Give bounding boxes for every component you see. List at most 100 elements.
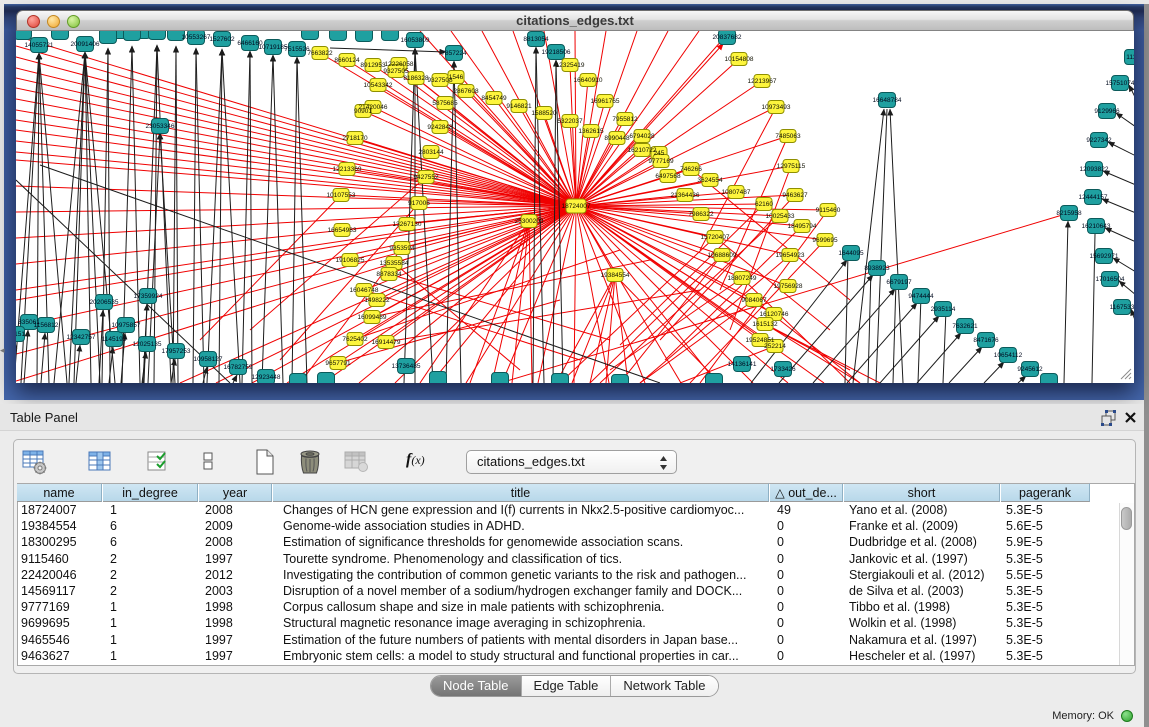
svg-text:6497568: 6497568 bbox=[655, 173, 681, 180]
svg-text:2803144: 2803144 bbox=[418, 149, 444, 156]
svg-text:9242848: 9242848 bbox=[427, 124, 453, 131]
svg-text:14055721: 14055721 bbox=[25, 42, 54, 49]
svg-text:8938923: 8938923 bbox=[864, 265, 890, 272]
svg-text:7663822: 7663822 bbox=[307, 50, 333, 57]
svg-text:7632621: 7632621 bbox=[952, 323, 978, 330]
svg-text:746266: 746266 bbox=[680, 166, 702, 173]
svg-text:9146821: 9146821 bbox=[506, 103, 532, 110]
svg-text:1156812: 1156812 bbox=[34, 322, 59, 329]
svg-text:16640910: 16640910 bbox=[574, 77, 603, 84]
svg-text:8912953: 8912953 bbox=[360, 62, 386, 69]
svg-text:8454749: 8454749 bbox=[481, 95, 507, 102]
svg-text:15751074: 15751074 bbox=[1106, 80, 1134, 87]
svg-text:6794028: 6794028 bbox=[629, 133, 655, 140]
svg-text:16961765: 16961765 bbox=[591, 98, 620, 105]
svg-text:9427552: 9427552 bbox=[413, 174, 439, 181]
svg-text:9115460: 9115460 bbox=[816, 207, 841, 214]
svg-text:9084067: 9084067 bbox=[741, 297, 767, 304]
svg-text:7955812: 7955812 bbox=[612, 116, 638, 123]
svg-text:17016504: 17016504 bbox=[1096, 276, 1125, 283]
svg-text:16782759: 16782759 bbox=[224, 364, 253, 371]
svg-text:9657791: 9657791 bbox=[325, 360, 351, 367]
svg-text:2935114: 2935114 bbox=[931, 306, 956, 313]
svg-text:16648784: 16648784 bbox=[873, 97, 902, 104]
svg-text:18724007: 18724007 bbox=[562, 203, 591, 210]
svg-text:12093822: 12093822 bbox=[1080, 166, 1109, 173]
svg-text:8990448: 8990448 bbox=[604, 135, 630, 142]
svg-text:17957253: 17957253 bbox=[162, 348, 191, 355]
svg-text:20837682: 20837682 bbox=[713, 34, 742, 41]
svg-text:19756928: 19756928 bbox=[774, 283, 803, 290]
svg-text:1527602: 1527602 bbox=[209, 36, 235, 43]
svg-text:1498222: 1498222 bbox=[364, 297, 390, 304]
svg-text:16099489: 16099489 bbox=[358, 314, 387, 321]
svg-text:16654983: 16654983 bbox=[328, 227, 357, 234]
svg-text:8215958: 8215958 bbox=[1056, 210, 1082, 217]
svg-text:7625402: 7625402 bbox=[342, 336, 368, 343]
svg-text:5322037: 5322037 bbox=[557, 118, 583, 125]
svg-text:9463627: 9463627 bbox=[782, 192, 808, 199]
svg-text:12226058: 12226058 bbox=[385, 61, 414, 68]
svg-text:17359924: 17359924 bbox=[134, 293, 163, 300]
svg-text:917006: 917006 bbox=[408, 200, 430, 207]
svg-text:7986322: 7986322 bbox=[688, 211, 714, 218]
svg-text:5875685: 5875685 bbox=[432, 100, 458, 107]
svg-text:10973493: 10973493 bbox=[762, 104, 791, 111]
svg-text:23053346: 23053346 bbox=[146, 123, 175, 130]
svg-text:8660124: 8660124 bbox=[334, 57, 360, 64]
svg-text:10807487: 10807487 bbox=[722, 189, 751, 196]
svg-text:9777169: 9777169 bbox=[648, 158, 674, 165]
svg-text:7485063: 7485063 bbox=[775, 133, 801, 140]
svg-text:8878334: 8878334 bbox=[376, 271, 402, 278]
svg-text:245: 245 bbox=[654, 150, 665, 157]
svg-text:12444157: 12444157 bbox=[1079, 194, 1108, 201]
svg-text:9474444: 9474444 bbox=[908, 293, 934, 300]
svg-text:1644095: 1644095 bbox=[838, 250, 864, 257]
svg-text:9227342: 9227342 bbox=[1086, 137, 1112, 144]
svg-text:18495794: 18495794 bbox=[788, 223, 817, 230]
svg-text:12213967: 12213967 bbox=[748, 78, 777, 85]
svg-text:10688609: 10688609 bbox=[708, 252, 737, 259]
svg-text:1112: 1112 bbox=[1126, 54, 1134, 61]
svg-text:90901: 90901 bbox=[354, 108, 372, 115]
svg-text:1167533: 1167533 bbox=[1110, 304, 1134, 311]
svg-text:62160: 62160 bbox=[755, 201, 773, 208]
svg-text:8186328: 8186328 bbox=[403, 75, 429, 82]
svg-text:10154808: 10154808 bbox=[725, 56, 754, 63]
svg-text:16053809: 16053809 bbox=[401, 37, 430, 44]
svg-text:2867608: 2867608 bbox=[453, 88, 479, 95]
svg-text:10107553: 10107553 bbox=[327, 192, 356, 199]
svg-text:16120746: 16120746 bbox=[760, 311, 789, 318]
svg-text:1362615: 1362615 bbox=[578, 128, 604, 135]
svg-text:1588520: 1588520 bbox=[531, 110, 557, 117]
svg-text:14136141: 14136141 bbox=[728, 361, 757, 368]
svg-text:21364436: 21364436 bbox=[671, 192, 700, 199]
svg-text:10025433: 10025433 bbox=[766, 213, 795, 220]
svg-text:19106825: 19106825 bbox=[336, 257, 365, 264]
svg-text:1733426: 1733426 bbox=[770, 366, 796, 373]
svg-text:6679197: 6679197 bbox=[886, 279, 912, 286]
svg-text:1615132: 1615132 bbox=[752, 321, 778, 328]
svg-text:20206535: 20206535 bbox=[90, 299, 119, 306]
svg-text:16210722: 16210722 bbox=[628, 147, 657, 154]
svg-text:12923448: 12923448 bbox=[252, 374, 281, 381]
svg-text:8471676: 8471676 bbox=[973, 337, 999, 344]
svg-text:2718170: 2718170 bbox=[342, 135, 368, 142]
svg-text:8813054: 8813054 bbox=[523, 36, 549, 43]
svg-text:12325419: 12325419 bbox=[556, 62, 585, 69]
svg-text:9353594: 9353594 bbox=[389, 245, 415, 252]
svg-text:10958127: 10958127 bbox=[194, 356, 223, 363]
svg-text:19654923: 19654923 bbox=[776, 252, 805, 259]
svg-text:16210643: 16210643 bbox=[1082, 223, 1111, 230]
svg-text:12975115: 12975115 bbox=[777, 163, 806, 170]
svg-text:15692971: 15692971 bbox=[1090, 253, 1119, 260]
svg-text:10553267: 10553267 bbox=[182, 34, 211, 41]
svg-text:9327505: 9327505 bbox=[383, 68, 409, 75]
svg-text:1546: 1546 bbox=[449, 74, 464, 81]
svg-text:9129966: 9129966 bbox=[1094, 108, 1120, 115]
svg-text:13535584: 13535584 bbox=[380, 260, 409, 267]
svg-text:19218506: 19218506 bbox=[542, 49, 571, 56]
svg-text:20091406: 20091406 bbox=[71, 41, 100, 48]
svg-text:13736485: 13736485 bbox=[392, 363, 421, 370]
svg-text:39151: 39151 bbox=[16, 331, 25, 338]
